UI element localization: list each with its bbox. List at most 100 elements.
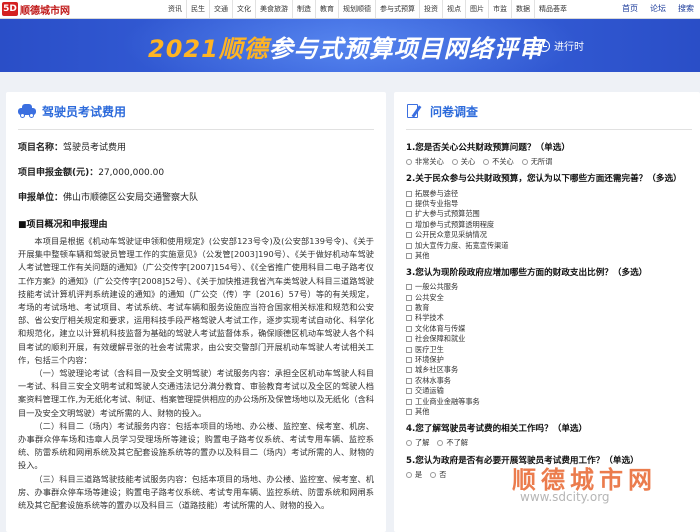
checkbox[interactable] (406, 346, 412, 353)
survey-option[interactable]: 一般公共服务 (406, 282, 692, 292)
checkbox[interactable] (406, 190, 412, 197)
checkbox[interactable] (406, 232, 412, 239)
survey-option[interactable]: 提供专业指导 (406, 199, 692, 209)
survey-option[interactable]: 关心 (451, 157, 476, 167)
survey-option[interactable]: 科学技术 (406, 313, 692, 323)
nav-item[interactable]: 制造 (292, 0, 315, 18)
option-label: 不关心 (492, 157, 514, 167)
banner-title-year: 2021顺德 (148, 35, 269, 63)
nav-item[interactable]: 民生 (186, 0, 209, 18)
project-overview-body: 本项目是根据《机动车驾驶证申领和使用规定》(公安部123号令)及(公安部139号… (18, 235, 374, 512)
nav-item[interactable]: 图片 (465, 0, 488, 18)
question-options: 非常关心 关心 不关心 无所谓 (406, 157, 692, 167)
survey-option[interactable]: 公共安全 (406, 293, 692, 303)
survey-option[interactable]: 否 (430, 470, 446, 480)
survey-option[interactable]: 教育 (406, 303, 692, 313)
questionnaire-icon (406, 103, 424, 119)
checkbox[interactable] (406, 242, 412, 249)
radio-button[interactable] (451, 159, 458, 166)
survey-option[interactable]: 非常关心 (406, 157, 444, 167)
survey-option[interactable]: 公开民众意见采纳情况 (406, 230, 692, 240)
survey-option[interactable]: 加大宣传力度、拓宽宣传渠道 (406, 240, 692, 250)
nav-item[interactable]: 文化 (232, 0, 255, 18)
survey-option[interactable]: 医疗卫生 (406, 344, 692, 354)
user-link[interactable]: 搜索 (678, 0, 694, 18)
nav-item[interactable]: 美食旅游 (255, 0, 292, 18)
banner-status: 进行时 (538, 38, 584, 53)
checkbox[interactable] (406, 200, 412, 207)
checkbox[interactable] (406, 211, 412, 218)
radio-button[interactable] (406, 440, 412, 447)
survey-option[interactable]: 农林水事务 (406, 376, 692, 386)
top-navigation-bar: 5D 顺德城市网 资讯 民生 交通 文化 美食旅游 制造 教育 规划顺德 参与式预算 投资 视点 图片… (0, 0, 700, 19)
survey-option[interactable]: 不了解 (437, 438, 468, 448)
nav-item[interactable]: 交通 (209, 0, 232, 18)
checkbox[interactable] (406, 367, 412, 374)
user-link[interactable]: 首页 (622, 0, 638, 18)
site-logo[interactable]: 5D 顺德城市网 (2, 1, 70, 17)
project-name-field: 项目名称：驾驶员考试费用 (18, 142, 374, 155)
survey-question: 3.您认为现阶段政府应增加哪些方面的财政支出比例？（多选） 一般公共服务 公共安全教… (406, 267, 692, 417)
checkbox[interactable] (406, 221, 412, 228)
survey-option[interactable]: 不关心 (483, 157, 514, 167)
checkbox[interactable] (406, 336, 412, 343)
survey-option[interactable]: 交通运输 (406, 386, 692, 396)
survey-option[interactable]: 其他 (406, 407, 692, 417)
survey-option[interactable]: 无所谓 (521, 157, 552, 167)
radio-button[interactable] (521, 159, 528, 166)
project-section-header: 驾驶员考试费用 (18, 100, 374, 122)
event-banner: 2021顺德参与式预算项目网络评审 进行时 (0, 19, 700, 72)
radio-button[interactable] (406, 471, 412, 478)
nav-item[interactable]: 精品荟萃 (534, 0, 571, 18)
checkbox[interactable] (406, 357, 412, 364)
survey-option[interactable]: 了解 (406, 438, 429, 448)
question-title: 4.您了解驾驶员考试费的相关工作吗？（单选） (406, 424, 588, 435)
checkbox[interactable] (406, 325, 412, 332)
checkbox[interactable] (406, 409, 412, 415)
survey-option[interactable]: 环境保护 (406, 355, 692, 365)
overview-paragraph: （三）科目三道路驾驶技能考试服务内容：包括本项目的场地、办公楼、监控室、候考室、… (18, 473, 374, 511)
checkbox[interactable] (406, 284, 412, 291)
nav-item[interactable]: 参与式预算 (375, 0, 419, 18)
nav-item[interactable]: 投资 (419, 0, 442, 18)
checkbox[interactable] (406, 388, 412, 395)
option-label: 非常关心 (415, 157, 444, 167)
nav-item[interactable]: 数据 (511, 0, 534, 18)
question-options: 了解 不了解 (406, 438, 692, 448)
user-link[interactable]: 论坛 (650, 0, 666, 18)
project-name-value: 驾驶员考试费用 (63, 143, 127, 153)
nav-item[interactable]: 规划顺德 (338, 0, 375, 18)
survey-option[interactable]: 扩大参与式预算范围 (406, 209, 692, 219)
survey-option[interactable]: 拓展参与途径 (406, 188, 692, 198)
checkbox[interactable] (406, 377, 412, 384)
radio-button[interactable] (483, 159, 490, 166)
survey-option[interactable]: 是 (406, 470, 422, 480)
survey-option[interactable]: 增加参与式预算透明程度 (406, 220, 692, 230)
option-label: 公共安全 (415, 292, 444, 302)
option-label: 是 (415, 469, 423, 479)
checkbox[interactable] (406, 252, 412, 259)
radio-button[interactable] (406, 159, 412, 166)
radio-button[interactable] (430, 471, 437, 478)
survey-option[interactable]: 其他 (406, 251, 692, 261)
project-budget-field: 项目申报金额(元)：27,000,000.00 (18, 167, 374, 180)
nav-item[interactable]: 资讯 (164, 0, 186, 18)
survey-option[interactable]: 城乡社区事务 (406, 365, 692, 375)
checkbox[interactable] (406, 294, 412, 301)
site-logo-text: 顺德城市网 (20, 5, 70, 17)
nav-item[interactable]: 市监 (488, 0, 511, 18)
car-icon (18, 104, 36, 118)
radio-button[interactable] (437, 440, 444, 447)
survey-option[interactable]: 文化体育与传媒 (406, 324, 692, 334)
survey-option[interactable]: 工业商业金融等事务 (406, 396, 692, 406)
checkbox[interactable] (406, 305, 412, 312)
option-label: 其他 (415, 250, 430, 260)
option-label: 拓展参与途径 (415, 188, 459, 198)
nav-item[interactable]: 视点 (442, 0, 465, 18)
option-label: 关心 (460, 157, 476, 167)
checkbox[interactable] (406, 315, 412, 322)
checkbox[interactable] (406, 398, 412, 405)
survey-option[interactable]: 社会保障和就业 (406, 334, 692, 344)
nav-item[interactable]: 教育 (315, 0, 338, 18)
project-unit-value: 佛山市顺德区公安局交通警察大队 (63, 193, 199, 203)
